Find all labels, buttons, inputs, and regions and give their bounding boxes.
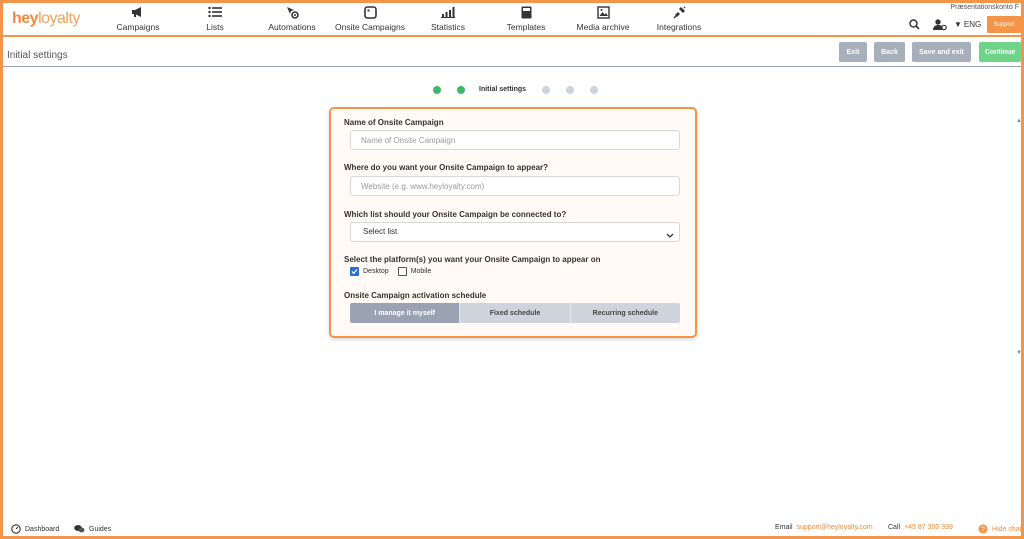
nav-label: Templates [506, 22, 546, 32]
platforms-label: Select the platform(s) you want your Ons… [344, 255, 601, 264]
list-select[interactable]: Select list [350, 222, 680, 242]
templates-icon [521, 4, 532, 20]
schedule-option-recurring[interactable]: Recurring schedule [570, 303, 680, 323]
dashboard-label: Dashboard [25, 525, 60, 533]
nav-label: Statistics [430, 22, 465, 32]
gauge-icon [11, 524, 21, 534]
dashboard-link[interactable]: Dashboard [11, 524, 59, 534]
top-navigation: heyloyalty Campaigns Lists Automations O… [3, 3, 1021, 37]
mobile-checkbox-label[interactable]: Mobile [411, 268, 432, 275]
nav-label: Campaigns [116, 22, 160, 32]
nav-label: Integrations [656, 22, 702, 32]
step-dot-pending [542, 86, 550, 94]
account-name[interactable]: Præsentationskonto F [951, 4, 1019, 11]
mobile-checkbox[interactable] [397, 267, 407, 276]
language-label: ENG [963, 20, 982, 29]
step-dot-pending [566, 86, 574, 94]
hide-chat-label: Hide chat [992, 525, 1022, 533]
hide-chat-button[interactable]: ? Hide chat [978, 524, 1022, 534]
back-button[interactable]: Back [874, 42, 905, 62]
nav-item-campaigns[interactable]: Campaigns [113, 4, 163, 34]
step-dot-pending [590, 86, 598, 94]
nav-label: Lists [206, 22, 224, 32]
list-icon [208, 4, 222, 20]
nav-item-templates[interactable]: Templates [501, 4, 551, 34]
schedule-option-manual[interactable]: I manage it myself [350, 303, 461, 323]
email-link[interactable]: support@heyloyalty.com [797, 524, 873, 531]
step-dot-completed [457, 86, 465, 94]
schedule-option-fixed[interactable]: Fixed schedule [460, 303, 571, 323]
support-button[interactable]: Support [987, 16, 1021, 33]
logo-text-loyalty: loyalty [38, 10, 80, 27]
svg-text:?: ? [981, 527, 985, 534]
desktop-checkbox[interactable] [350, 267, 359, 276]
caret-up-icon[interactable]: ▲ [1016, 118, 1022, 124]
website-label: Where do you want your Onsite Campaign t… [344, 163, 549, 172]
question-icon: ? [978, 524, 988, 534]
nav-label: Media archive [576, 22, 630, 32]
nav-item-lists[interactable]: Lists [195, 4, 235, 34]
initial-settings-form: Name of Onsite Campaign Where do you wan… [329, 107, 697, 338]
nav-item-onsite-campaigns[interactable]: Onsite Campaigns [333, 4, 407, 34]
progress-steps: Initial settings [0, 85, 1024, 97]
call-label: Call [888, 524, 901, 531]
list-label: Which list should your Onsite Campaign b… [344, 210, 567, 219]
nav-item-statistics[interactable]: Statistics [423, 4, 473, 34]
footer: Dashboard Guides Email support@heyloyalt… [3, 522, 1022, 536]
caret-down-icon: ▼ [954, 20, 962, 29]
heyloyalty-logo[interactable]: heyloyalty [12, 10, 80, 28]
exit-button[interactable]: Exit [839, 42, 867, 62]
page-header: Initial settings Exit Back Save and exit… [3, 39, 1021, 67]
user-settings-icon[interactable] [933, 18, 947, 33]
megaphone-icon [131, 4, 145, 20]
step-label-current: Initial settings [479, 86, 527, 93]
page-title: Initial settings [7, 50, 68, 61]
email-label: Email [775, 524, 793, 531]
desktop-checkbox-label[interactable]: Desktop [363, 268, 389, 275]
image-icon [596, 4, 610, 20]
support-phone: Call +45 87 300 399 [888, 524, 953, 531]
nav-label: Automations [268, 22, 316, 32]
step-dot-completed [433, 86, 441, 94]
guides-link[interactable]: Guides [74, 524, 111, 534]
save-and-exit-button[interactable]: Save and exit [912, 42, 971, 62]
phone-link[interactable]: +45 87 300 399 [904, 524, 953, 531]
schedule-label: Onsite Campaign activation schedule [344, 291, 487, 300]
language-selector[interactable]: ▼ ENG [954, 20, 981, 29]
schedule-segmented-control: I manage it myself Fixed schedule Recurr… [350, 303, 680, 323]
check-icon [351, 269, 358, 275]
logo-text-hey: hey [12, 10, 39, 27]
continue-button[interactable]: Continue [979, 42, 1021, 62]
nav-label: Onsite Campaigns [335, 22, 405, 32]
caret-down-icon[interactable]: ▼ [1016, 350, 1022, 356]
nav-item-integrations[interactable]: Integrations [651, 4, 707, 34]
support-email: Email support@heyloyalty.com [775, 524, 873, 531]
automation-icon [285, 4, 299, 20]
list-select-value: Select list [363, 227, 398, 236]
guides-label: Guides [89, 525, 112, 533]
nav-item-automations[interactable]: Automations [262, 4, 322, 34]
plug-icon [673, 4, 686, 20]
onsite-icon [363, 4, 377, 20]
platform-checkboxes: Desktop Mobile [350, 267, 440, 276]
website-input[interactable] [350, 176, 680, 196]
nav-item-media-archive[interactable]: Media archive [571, 4, 635, 34]
chat-bubbles-icon [74, 525, 85, 533]
campaign-name-input[interactable] [350, 130, 680, 150]
search-icon[interactable] [909, 19, 920, 32]
chevron-down-icon [666, 228, 674, 246]
campaign-name-label: Name of Onsite Campaign [344, 118, 444, 127]
statistics-icon [441, 4, 455, 20]
